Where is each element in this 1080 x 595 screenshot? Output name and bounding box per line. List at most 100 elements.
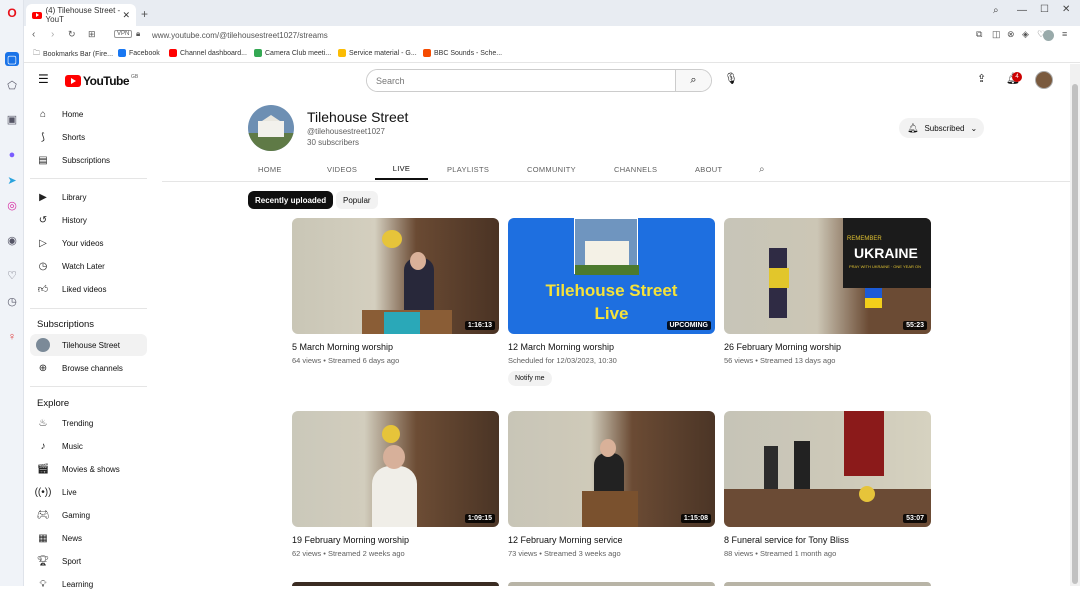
sidebar-item-sport[interactable]: 🏆︎ Sport [30, 550, 147, 572]
forward-icon[interactable]: › [51, 29, 54, 40]
adblock-icon[interactable]: ⊗ [1007, 29, 1015, 40]
sidebar-item-liked-videos[interactable]: 👍︎ Liked videos [30, 278, 147, 300]
speed-dial-icon[interactable]: ▢ [5, 52, 19, 66]
sidebar-item-watch-later[interactable]: ◷ Watch Later [30, 255, 147, 277]
sidebar-item-shorts[interactable]: ⟆ Shorts [30, 126, 147, 148]
tab-videos[interactable]: VIDEOS [327, 158, 357, 180]
channel-search-icon[interactable]: ⌕ [759, 158, 765, 180]
tab-playlists[interactable]: PLAYLISTS [447, 158, 489, 180]
microphone-icon[interactable]: 🎙︎ [724, 72, 738, 85]
guide-sidebar: ⌂ Home ⟆ Shorts ▤ Subscriptions ▶ Library ↺ H… [24, 98, 159, 590]
sidebar-item-browse-channels[interactable]: ⊕ Browse channels [30, 357, 147, 379]
chip-popular[interactable]: Popular [336, 191, 378, 209]
camera-icon[interactable]: ◫ [992, 29, 1001, 40]
bookmark-service-material[interactable]: Service material - G... [338, 49, 417, 57]
new-tab-icon[interactable]: + [141, 7, 148, 21]
notify-me-button[interactable]: Notify me [508, 371, 552, 386]
tab-channels[interactable]: CHANNELS [614, 158, 657, 180]
sidebar-item-library[interactable]: ▶ Library [30, 186, 147, 208]
opera-logo-icon[interactable]: O [5, 6, 19, 20]
browser-tab[interactable]: (4) Tilehouse Street - YouT ✕ [26, 4, 136, 26]
video-thumbnail[interactable]: REMEMBER UKRAINE PRAY WITH UKRAINE · ONE… [724, 218, 931, 334]
bookmark-facebook[interactable]: Facebook [118, 49, 160, 57]
sidebar-item-gaming[interactable]: 🎮︎ Gaming [30, 504, 147, 526]
sidebar-item-trending[interactable]: ♨ Trending [30, 412, 147, 434]
tips-icon[interactable]: ♀ [5, 330, 19, 344]
video-card[interactable]: 53:07 8 Funeral service for Tony Bliss 8… [724, 411, 931, 558]
video-thumbnail[interactable] [724, 582, 931, 586]
video-thumbnail[interactable]: 1:09:15 [292, 411, 499, 527]
video-card[interactable]: 1:16:13 5 March Morning worship 64 views… [292, 218, 499, 365]
url-field[interactable]: www.youtube.com/@tilehousestreet1027/str… [152, 31, 328, 40]
close-window-icon[interactable]: ✕ [1062, 4, 1070, 15]
sidebar-item-music[interactable]: ♪ Music [30, 435, 147, 457]
tab-about[interactable]: ABOUT [695, 158, 722, 180]
sidebar-item-live[interactable]: ((•)) Live [30, 481, 147, 503]
page-scrollbar[interactable] [1070, 64, 1080, 586]
video-title[interactable]: 12 March Morning worship [508, 342, 715, 353]
tab-home[interactable]: HOME [258, 158, 282, 180]
workspace-icon[interactable]: ▣ [5, 112, 19, 126]
sidebar-item-home[interactable]: ⌂ Home [30, 103, 147, 125]
player-icon[interactable]: ◉ [5, 233, 19, 247]
video-title[interactable]: 12 February Morning service [508, 535, 715, 546]
video-card[interactable]: 1:15:08 12 February Morning service 73 v… [508, 411, 715, 558]
share-icon[interactable]: ⧉ [976, 29, 982, 40]
youtube-logo[interactable]: YouTube GB [65, 74, 138, 88]
video-title[interactable]: 19 February Morning worship [292, 535, 499, 546]
video-card[interactable]: REMEMBER UKRAINE PRAY WITH UKRAINE · ONE… [724, 218, 931, 365]
history-clock-icon[interactable]: ◷ [5, 294, 19, 308]
create-upload-icon[interactable]: ⇪ [977, 72, 986, 85]
tab-live[interactable]: LIVE [375, 158, 428, 180]
messenger-icon[interactable]: ● [5, 148, 19, 162]
bookmark-camera-club[interactable]: Camera Club meeti... [254, 49, 331, 57]
bookmark-channel-dashboard[interactable]: Channel dashboard... [169, 49, 247, 57]
search-button[interactable]: ⌕ [675, 70, 711, 91]
account-avatar[interactable] [1035, 71, 1053, 89]
vpn-badge[interactable]: VPN [114, 30, 133, 38]
chip-recently-uploaded[interactable]: Recently uploaded [248, 191, 334, 209]
video-card[interactable]: Tilehouse Street Live UPCOMING 12 March … [508, 218, 715, 386]
wallet-icon[interactable]: ◈ [1022, 29, 1029, 40]
easy-setup-icon[interactable]: ≡ [1062, 29, 1067, 39]
chevron-down-icon: ⌄ [970, 123, 978, 133]
subscribed-button[interactable]: 🔔︎ Subscribed ⌄ [899, 118, 984, 138]
sidebar-item-subscriptions[interactable]: ▤ Subscriptions [30, 149, 147, 171]
sidebar-item-tilehouse-street[interactable]: Tilehouse Street [30, 334, 147, 356]
sidebar-item-news[interactable]: ▦ News [30, 527, 147, 549]
menu-icon[interactable]: ☰ [38, 72, 49, 86]
instagram-icon[interactable]: ◎ [5, 198, 19, 212]
telegram-icon[interactable]: ➤ [5, 173, 19, 187]
tab-community[interactable]: COMMUNITY [527, 158, 576, 180]
pinboard-icon[interactable]: ⬠ [5, 78, 19, 92]
video-title[interactable]: 5 March Morning worship [292, 342, 499, 353]
video-thumbnail[interactable] [292, 582, 499, 586]
sidebar-item-learning[interactable]: 💡︎ Learning [30, 573, 147, 595]
video-title[interactable]: 26 February Morning worship [724, 342, 931, 353]
trending-icon: ♨ [38, 417, 48, 429]
maximize-icon[interactable]: ☐ [1040, 4, 1049, 15]
bookmark-folder[interactable]: 🗀︎ Bookmarks Bar (Fire... [33, 49, 113, 60]
gaming-icon: 🎮︎ [36, 509, 50, 521]
close-tab-icon[interactable]: ✕ [122, 10, 130, 21]
sidebar-item-your-videos[interactable]: ▷ Your videos [30, 232, 147, 254]
video-thumbnail[interactable]: 53:07 [724, 411, 931, 527]
video-title[interactable]: 8 Funeral service for Tony Bliss [724, 535, 931, 546]
heart-icon[interactable]: ♡ [5, 268, 19, 282]
reload-icon[interactable]: ↻ [68, 29, 76, 40]
video-card[interactable]: 1:09:15 19 February Morning worship 62 v… [292, 411, 499, 558]
tabs-grid-icon[interactable]: ⊞ [88, 29, 96, 40]
video-thumbnail[interactable]: Tilehouse Street Live UPCOMING [508, 218, 715, 334]
back-icon[interactable]: ‹ [32, 29, 35, 40]
sidebar-item-movies[interactable]: 🎬︎ Movies & shows [30, 458, 147, 480]
sidebar-item-history[interactable]: ↺ History [30, 209, 147, 231]
video-thumbnail[interactable] [508, 582, 715, 586]
video-thumbnail[interactable]: 1:16:13 [292, 218, 499, 334]
thumbnail-text-1: Tilehouse Street [545, 281, 678, 300]
search-tabs-icon[interactable]: ⌕ [993, 5, 999, 16]
video-thumbnail[interactable]: 1:15:08 [508, 411, 715, 527]
profile-avatar[interactable] [1043, 30, 1054, 41]
minimize-icon[interactable]: — [1017, 5, 1027, 16]
search-input[interactable] [367, 70, 677, 91]
bookmark-bbc-sounds[interactable]: BBC Sounds - Sche... [423, 49, 502, 57]
